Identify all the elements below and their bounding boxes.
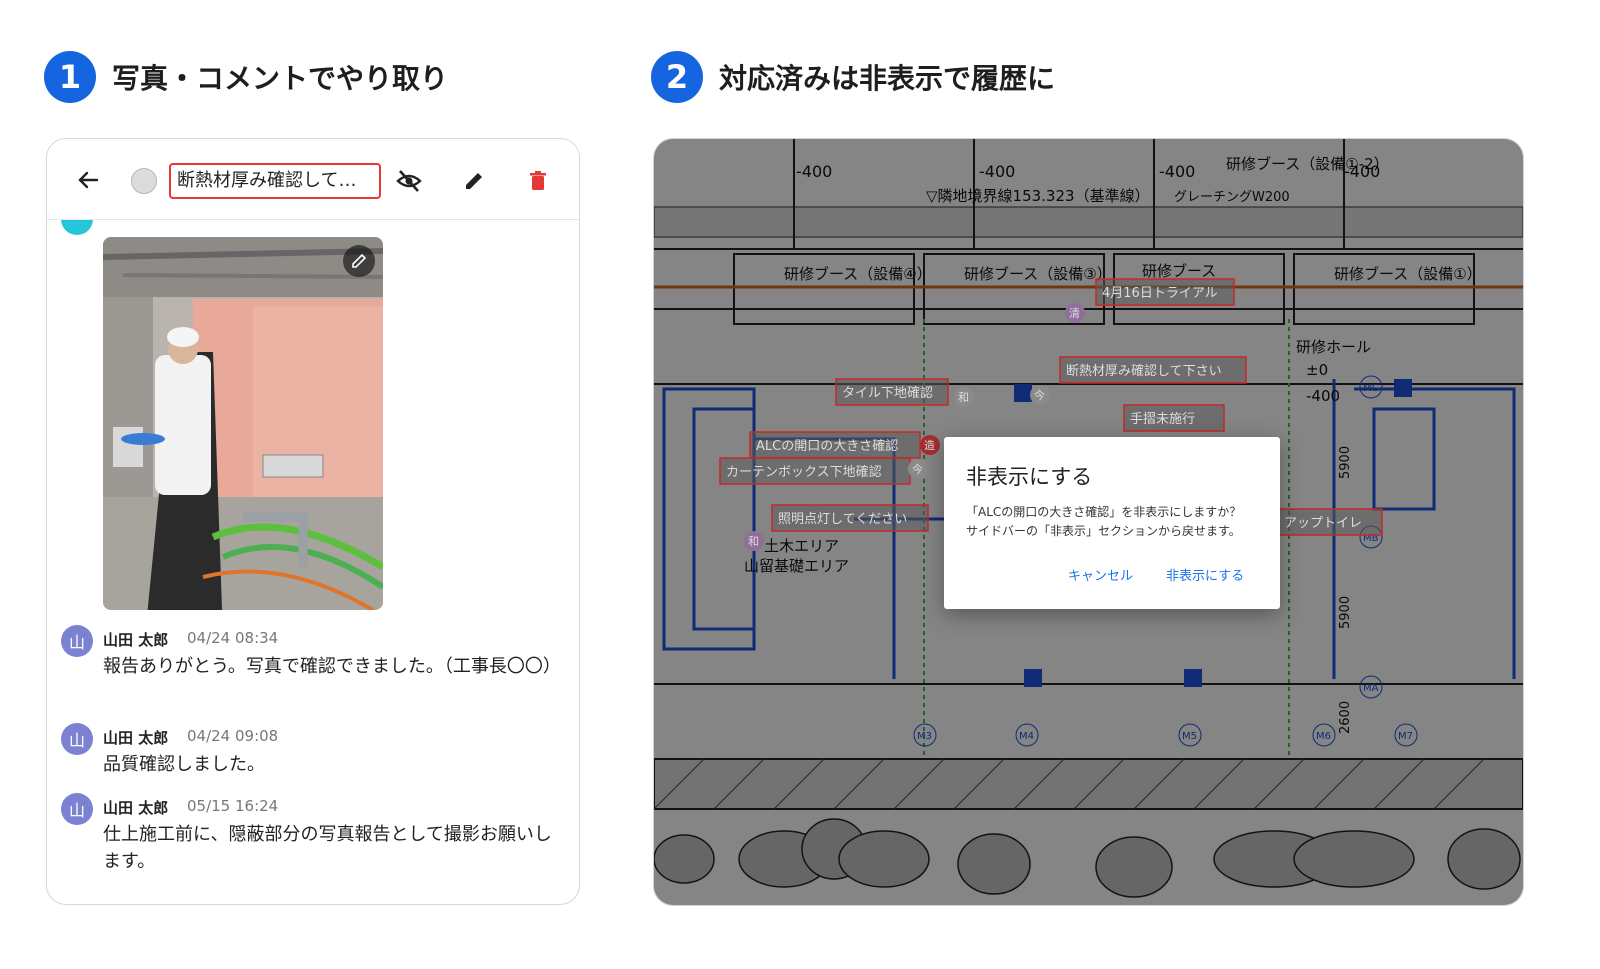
step-2-title: 対応済みは非表示で履歴に: [719, 62, 1056, 95]
pin-badge: 和: [748, 535, 759, 548]
pin-label[interactable]: アップトイレ: [1284, 516, 1362, 531]
attached-photo[interactable]: [103, 237, 383, 610]
hide-eye-icon[interactable]: [395, 167, 423, 195]
avatar: 山: [61, 625, 93, 657]
comment-item: 山 山田 太郎 04/24 09:08 品質確認しました。: [61, 723, 561, 783]
comment-item: 山 山田 太郎 04/24 08:34 報告ありがとう。写真で確認できました。（…: [61, 625, 561, 709]
pin-badge: 今: [1034, 388, 1045, 402]
confirm-hide-button[interactable]: 非表示にする: [1166, 565, 1244, 584]
photo-edit-button[interactable]: [343, 245, 375, 277]
pin-label[interactable]: カーテンボックス下地確認: [726, 464, 882, 480]
comment-author: 山田 太郎: [103, 729, 169, 747]
pin-badge: 今: [912, 462, 923, 476]
comment-text: 品質確認しました。: [103, 754, 265, 775]
avatar: 山: [61, 793, 93, 825]
comment-time: 04/24 08:34: [187, 629, 279, 647]
step-2-heading: 2 対応済みは非表示で履歴に: [651, 51, 1055, 103]
pin-label[interactable]: 断熱材厚み確認して下さい: [1066, 363, 1222, 379]
pin-label[interactable]: タイル下地確認: [842, 385, 933, 401]
step-1-title: 写真・コメントでやり取り: [112, 62, 449, 95]
floor-plan-panel: -400 -400 -400 -400 研修ブース（設備①-2） ▽隣地境界線1…: [653, 138, 1524, 906]
step-2-badge: 2: [651, 51, 703, 103]
pencil-icon: [352, 253, 367, 268]
comment-text: 報告ありがとう。写真で確認できました。（工事長〇〇）: [103, 656, 561, 677]
pin-badge: 和: [958, 391, 969, 404]
comment-time: 04/24 09:08: [187, 727, 279, 745]
pin-title-field[interactable]: 断熱材厚み確認して…: [169, 163, 381, 199]
construction-photo: [103, 237, 383, 610]
avatar: 山: [61, 723, 93, 755]
detail-toolbar: 断熱材厚み確認して…: [47, 139, 579, 220]
dialog-title: 非表示にする: [966, 465, 1093, 489]
trash-icon[interactable]: [524, 167, 552, 195]
pin-label[interactable]: 照明点灯してください: [778, 512, 907, 527]
back-arrow-icon[interactable]: [73, 165, 103, 195]
hide-confirm-dialog: 非表示にする 「ALCの開口の大きさ確認」を非表示にしますか？ サイドバーの「非…: [944, 437, 1280, 609]
step-1-badge: 1: [44, 51, 96, 103]
comment-item: 山 山田 太郎 05/15 16:24 仕上施工前に、隠蔽部分の写真報告として撮…: [61, 793, 561, 877]
cancel-button[interactable]: キャンセル: [1068, 565, 1133, 584]
comment-time: 05/15 16:24: [187, 797, 279, 815]
comment-author: 山田 太郎: [103, 631, 169, 649]
pencil-icon[interactable]: [460, 167, 488, 195]
step-1-heading: 1 写真・コメントでやり取り: [44, 51, 448, 103]
pin-label[interactable]: ALCの開口の大きさ確認: [756, 438, 898, 454]
comment-author: 山田 太郎: [103, 799, 169, 817]
dialog-body: 「ALCの開口の大きさ確認」を非表示にしますか？ サイドバーの「非表示」セクショ…: [966, 503, 1266, 541]
pin-label[interactable]: 4月16日トライアル: [1102, 286, 1218, 301]
pin-detail-panel: 断熱材厚み確認して… 山 山田 太郎 04/24 08:34 報告ありがとう。写…: [46, 138, 580, 905]
dialog-body-line: サイドバーの「非表示」セクションから戻せます。: [966, 524, 1241, 538]
comment-text: 仕上施工前に、隠蔽部分の写真報告として撮影お願いします。: [103, 824, 552, 872]
pin-badge: 造: [924, 438, 935, 452]
pin-badge: 清: [1069, 307, 1080, 320]
pin-label[interactable]: 手摺未施行: [1130, 412, 1195, 427]
status-indicator[interactable]: [131, 168, 157, 194]
dialog-body-line: 「ALCの開口の大きさ確認」を非表示にしますか？: [966, 505, 1242, 519]
